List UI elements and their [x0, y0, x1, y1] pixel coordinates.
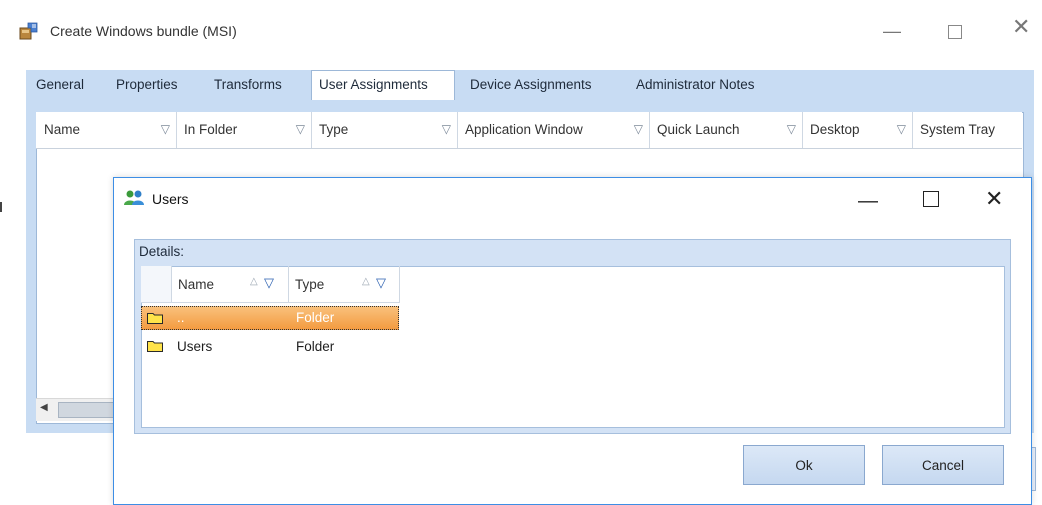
filter-icon[interactable]: ▽	[897, 122, 906, 136]
tab-properties[interactable]: Properties	[116, 77, 178, 92]
dialog-minimize-button[interactable]: —	[858, 190, 878, 213]
installer-package-icon	[19, 22, 38, 40]
list-column-header-type[interactable]: Type △ ▽	[288, 266, 400, 303]
column-header-type[interactable]: Type ▽	[311, 112, 458, 148]
ok-button[interactable]: Ok	[743, 445, 865, 485]
filter-icon[interactable]: ▽	[787, 122, 796, 136]
details-label: Details:	[139, 244, 185, 259]
dialog-close-button[interactable]: ✕	[985, 186, 1003, 212]
dialog-maximize-button[interactable]	[923, 191, 939, 207]
minimize-button[interactable]: —	[883, 22, 907, 42]
list-column-header-name[interactable]: Name △ ▽	[171, 266, 289, 303]
row-indicator-header	[141, 266, 172, 303]
row-name: ..	[177, 310, 185, 325]
column-header-system-tray[interactable]: System Tray	[912, 112, 1022, 148]
dialog-title: Users	[152, 191, 189, 207]
filter-icon[interactable]: ▽	[634, 122, 643, 136]
users-icon	[124, 190, 144, 205]
maximize-button[interactable]	[948, 25, 962, 39]
column-header-name[interactable]: Name ▽	[36, 112, 177, 148]
tab-transforms[interactable]: Transforms	[214, 77, 282, 92]
sort-icon[interactable]: △	[250, 276, 258, 287]
folder-icon	[147, 341, 163, 352]
tab-device-assignments[interactable]: Device Assignments	[470, 77, 592, 92]
tab-user-assignments[interactable]: User Assignments	[319, 77, 428, 92]
window-title: Create Windows bundle (MSI)	[50, 23, 237, 39]
row-name: Users	[177, 339, 213, 354]
filter-icon[interactable]: ▽	[264, 275, 274, 291]
folder-icon	[147, 313, 163, 324]
filter-icon[interactable]: ▽	[376, 275, 386, 291]
column-header-desktop[interactable]: Desktop ▽	[802, 112, 913, 148]
scrollbar-thumb[interactable]	[58, 402, 116, 418]
row-type: Folder	[296, 310, 335, 325]
tab-strip: General Properties Transforms User Assig…	[26, 70, 1034, 101]
column-header-application-window[interactable]: Application Window ▽	[457, 112, 650, 148]
filter-icon[interactable]: ▽	[296, 122, 305, 136]
filter-icon[interactable]: ▽	[161, 122, 170, 136]
tab-administrator-notes[interactable]: Administrator Notes	[636, 77, 755, 92]
tab-general[interactable]: General	[36, 77, 84, 92]
column-header-in-folder[interactable]: In Folder ▽	[176, 112, 312, 148]
divider	[0, 202, 2, 212]
grid-header: Name ▽ In Folder ▽ Type ▽ Application Wi…	[36, 112, 1022, 149]
cancel-button[interactable]: Cancel	[882, 445, 1004, 485]
column-header-quick-launch[interactable]: Quick Launch ▽	[649, 112, 803, 148]
scroll-left-icon[interactable]: ◀	[40, 402, 54, 416]
close-button[interactable]: ✕	[1012, 16, 1036, 42]
filter-icon[interactable]: ▽	[442, 122, 451, 136]
row-type: Folder	[296, 339, 335, 354]
sort-icon[interactable]: △	[362, 276, 370, 287]
